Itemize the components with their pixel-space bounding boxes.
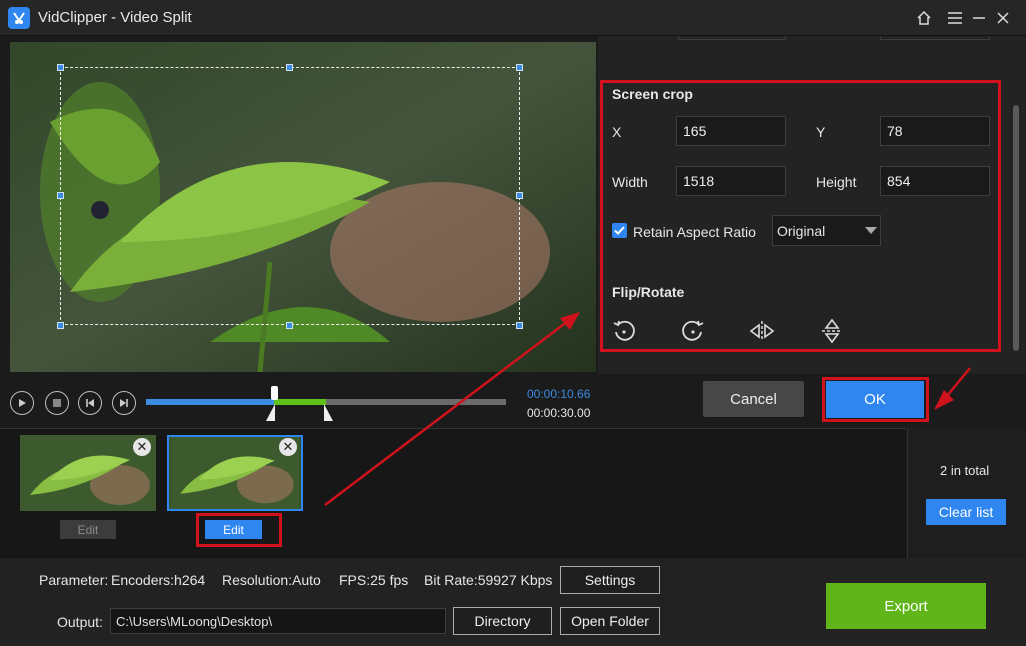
bitrate-value: Bit Rate:59927 Kbps [424,572,553,588]
parameter-label: Parameter: [39,572,109,588]
fps-value: FPS:25 fps [339,572,409,588]
settings-button[interactable]: Settings [560,566,660,594]
encoder-value: Encoders:h264 [111,572,206,588]
output-path-field[interactable]: C:\Users\MLoong\Desktop\ [110,608,446,634]
directory-button[interactable]: Directory [453,607,552,635]
resolution-value: Resolution:Auto [222,572,321,588]
output-label: Output: [57,614,103,630]
export-button[interactable]: Export [826,583,986,629]
open-folder-button[interactable]: Open Folder [560,607,660,635]
annotation-arrows [324,312,971,506]
